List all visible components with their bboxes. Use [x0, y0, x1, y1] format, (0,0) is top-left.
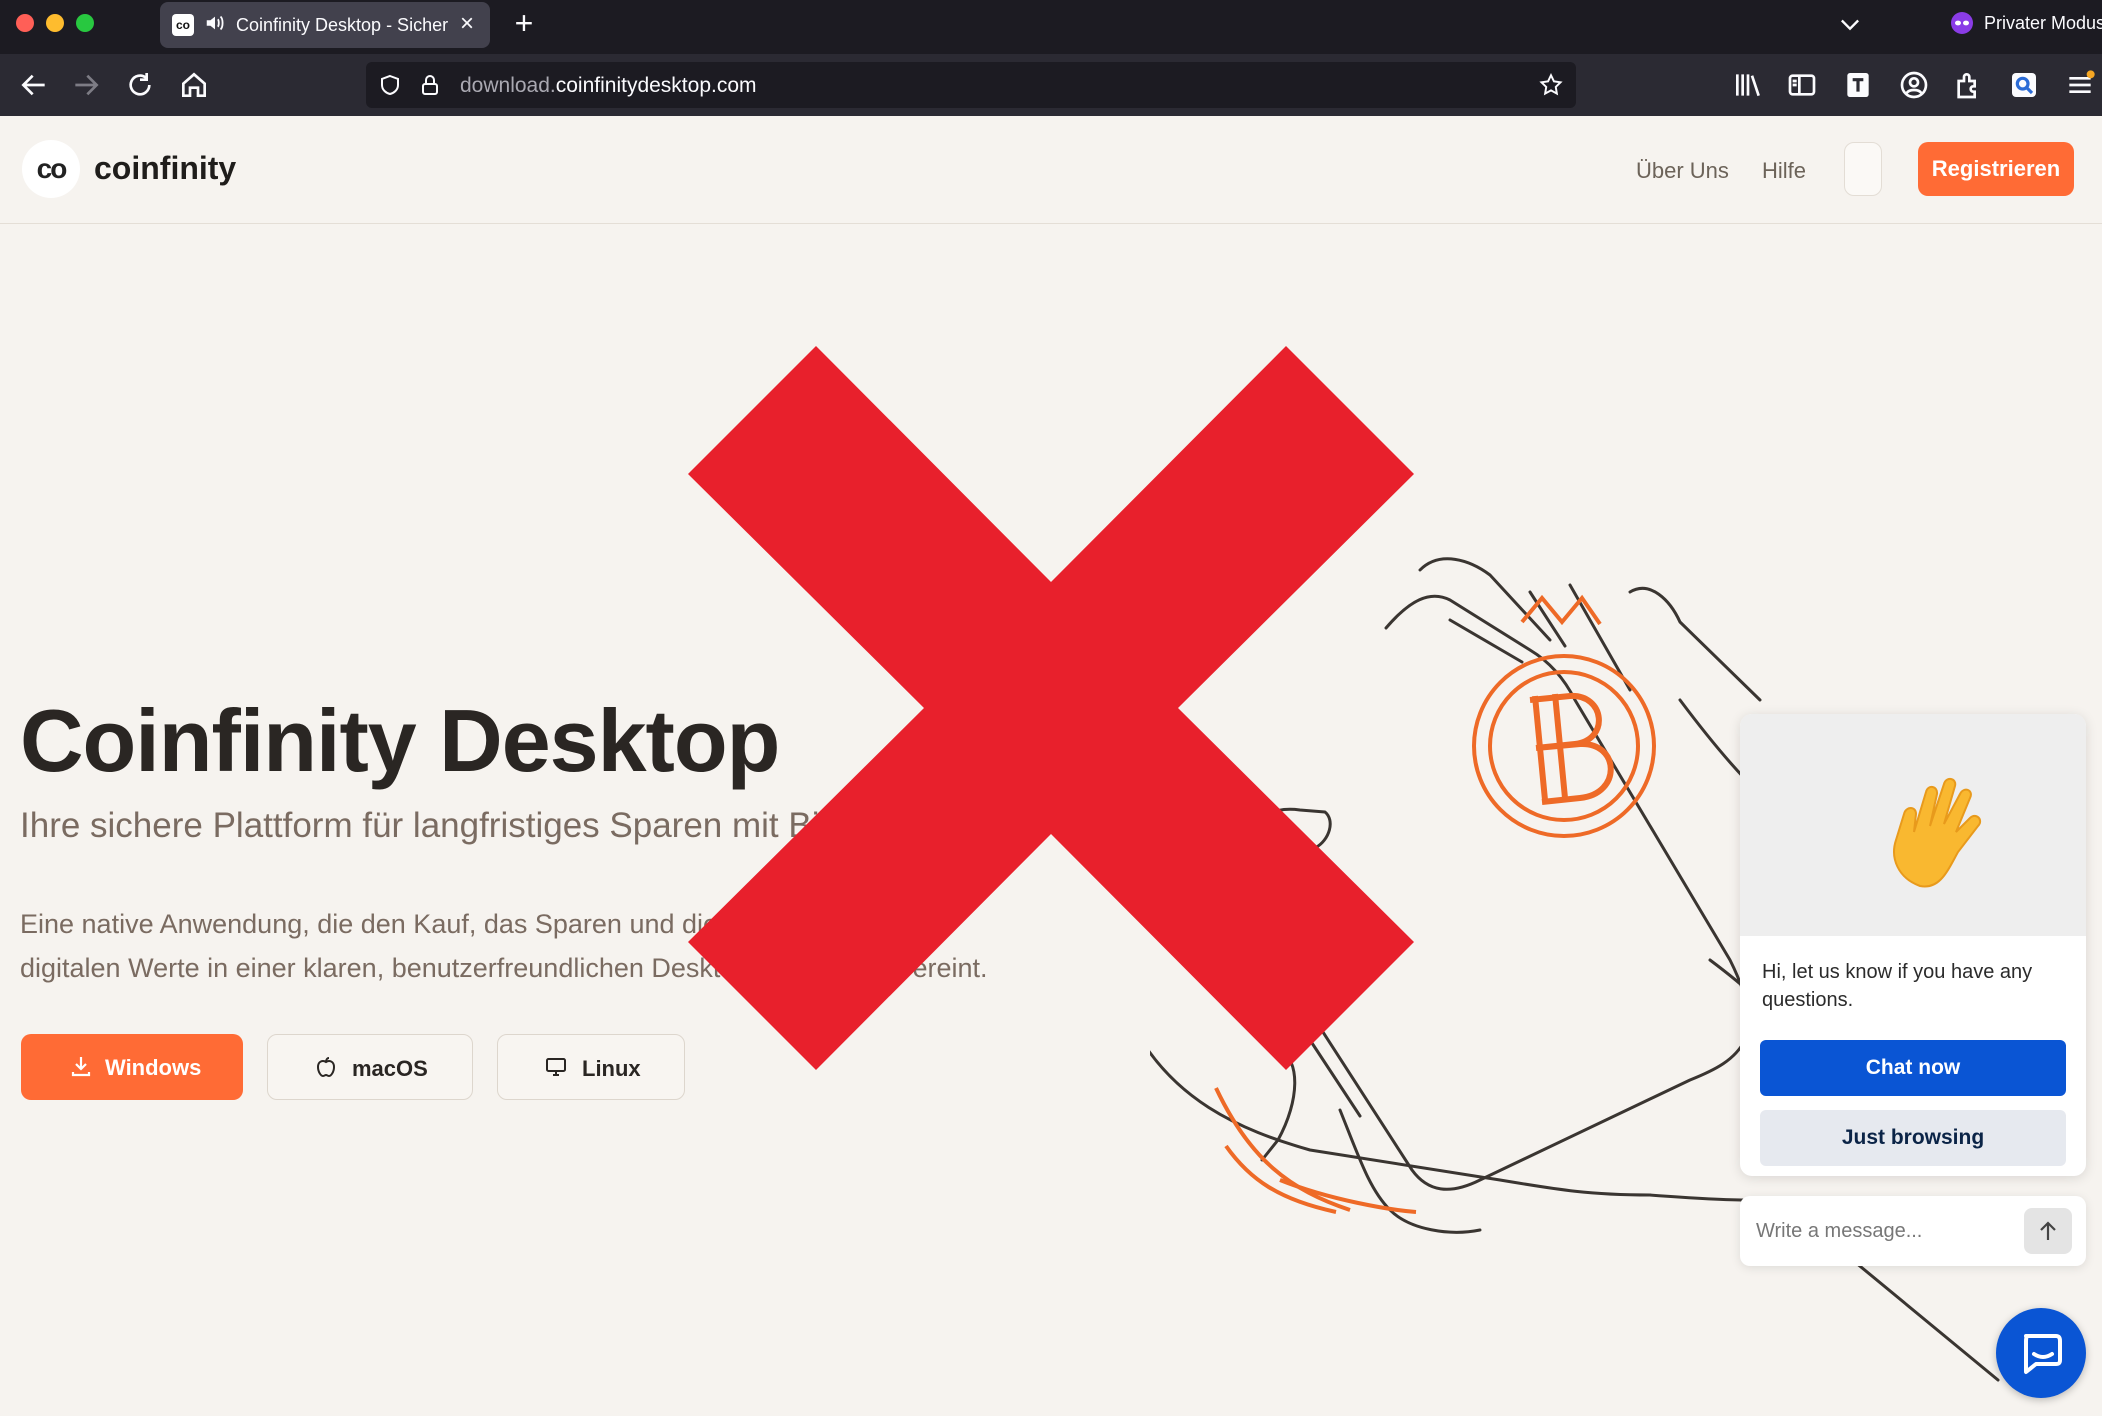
home-icon[interactable] — [178, 69, 210, 101]
window-close-button[interactable] — [16, 14, 34, 32]
chat-launcher-button[interactable] — [1996, 1308, 2086, 1398]
just-browsing-button[interactable]: Just browsing — [1760, 1110, 2066, 1166]
shield-icon[interactable] — [378, 73, 402, 97]
macos-label: macOS — [352, 1056, 428, 1081]
private-mode-label: Privater Modus — [1984, 13, 2102, 33]
send-button[interactable] — [2024, 1208, 2072, 1254]
extensions-icon[interactable] — [1952, 69, 1984, 101]
tab-favicon: co — [172, 14, 194, 36]
url-subdomain: download. — [460, 74, 556, 97]
menu-icon[interactable] — [2064, 69, 2096, 101]
nav-link-about[interactable]: Über Uns — [1636, 158, 1729, 184]
download-linux-button[interactable]: Linux — [497, 1034, 685, 1100]
logo-text[interactable]: coinfinity — [94, 150, 236, 187]
reader-icon[interactable] — [1842, 69, 1874, 101]
red-x-overlay — [688, 346, 1414, 1070]
site-header: co coinfinity Über Uns Hilfe Registriere… — [0, 116, 2102, 224]
chat-message-input[interactable] — [1756, 1214, 2016, 1248]
windows-label: Windows — [105, 1055, 202, 1080]
back-arrow-icon[interactable] — [18, 69, 50, 101]
chat-now-button[interactable]: Chat now — [1760, 1040, 2066, 1096]
browser-tab-bar: co Coinfinity Desktop - Sichere × + Priv… — [0, 0, 2102, 54]
account-icon[interactable] — [1898, 69, 1930, 101]
forward-arrow-icon[interactable] — [70, 69, 102, 101]
logo-mark[interactable]: co — [22, 140, 80, 198]
chevron-down-icon[interactable] — [1836, 10, 1864, 38]
chat-widget: Hi, let us know if you have any question… — [1740, 714, 2086, 1176]
star-icon[interactable] — [1538, 72, 1564, 98]
private-mode-indicator: Privater Modus — [1950, 10, 2102, 36]
speaker-icon[interactable] — [204, 12, 226, 34]
chat-bubble-icon — [2024, 1334, 2062, 1374]
nav-link-help[interactable]: Hilfe — [1762, 158, 1806, 184]
url-text[interactable]: download.coinfinitydesktop.com — [460, 74, 757, 98]
private-mask-icon — [1951, 12, 1973, 34]
apple-icon — [316, 1057, 336, 1078]
download-macos-button[interactable]: macOS — [267, 1034, 473, 1100]
search-extension-icon[interactable] — [2008, 69, 2040, 101]
chat-widget-banner — [1740, 714, 2086, 936]
register-button[interactable]: Registrieren — [1918, 142, 2074, 196]
window-minimize-button[interactable] — [46, 14, 64, 32]
url-bar[interactable]: download.coinfinitydesktop.com — [366, 62, 1576, 108]
new-tab-button[interactable]: + — [508, 7, 540, 40]
monitor-icon — [546, 1058, 566, 1076]
tab-title: Coinfinity Desktop - Sichere — [236, 15, 448, 35]
language-switch-button[interactable] — [1844, 142, 1882, 196]
browser-tab[interactable]: co Coinfinity Desktop - Sichere × — [160, 2, 490, 48]
url-domain: coinfinitydesktop.com — [555, 74, 757, 97]
hero-title: Coinfinity Desktop — [20, 691, 780, 790]
sidebar-icon[interactable] — [1786, 69, 1818, 101]
tab-close-icon[interactable]: × — [454, 11, 480, 37]
download-windows-button[interactable]: Windows — [21, 1034, 243, 1100]
lock-icon[interactable] — [418, 73, 442, 97]
arrow-up-icon — [2040, 1221, 2056, 1240]
chat-input-box — [1740, 1196, 2086, 1266]
window-maximize-button[interactable] — [76, 14, 94, 32]
chat-greeting: Hi, let us know if you have any question… — [1762, 961, 2033, 1011]
library-icon[interactable] — [1732, 69, 1764, 101]
linux-label: Linux — [582, 1056, 641, 1081]
waving-hand-icon — [1893, 778, 1982, 888]
reload-icon[interactable] — [124, 69, 156, 101]
download-icon — [71, 1057, 91, 1077]
browser-toolbar: download.coinfinitydesktop.com — [0, 54, 2102, 116]
